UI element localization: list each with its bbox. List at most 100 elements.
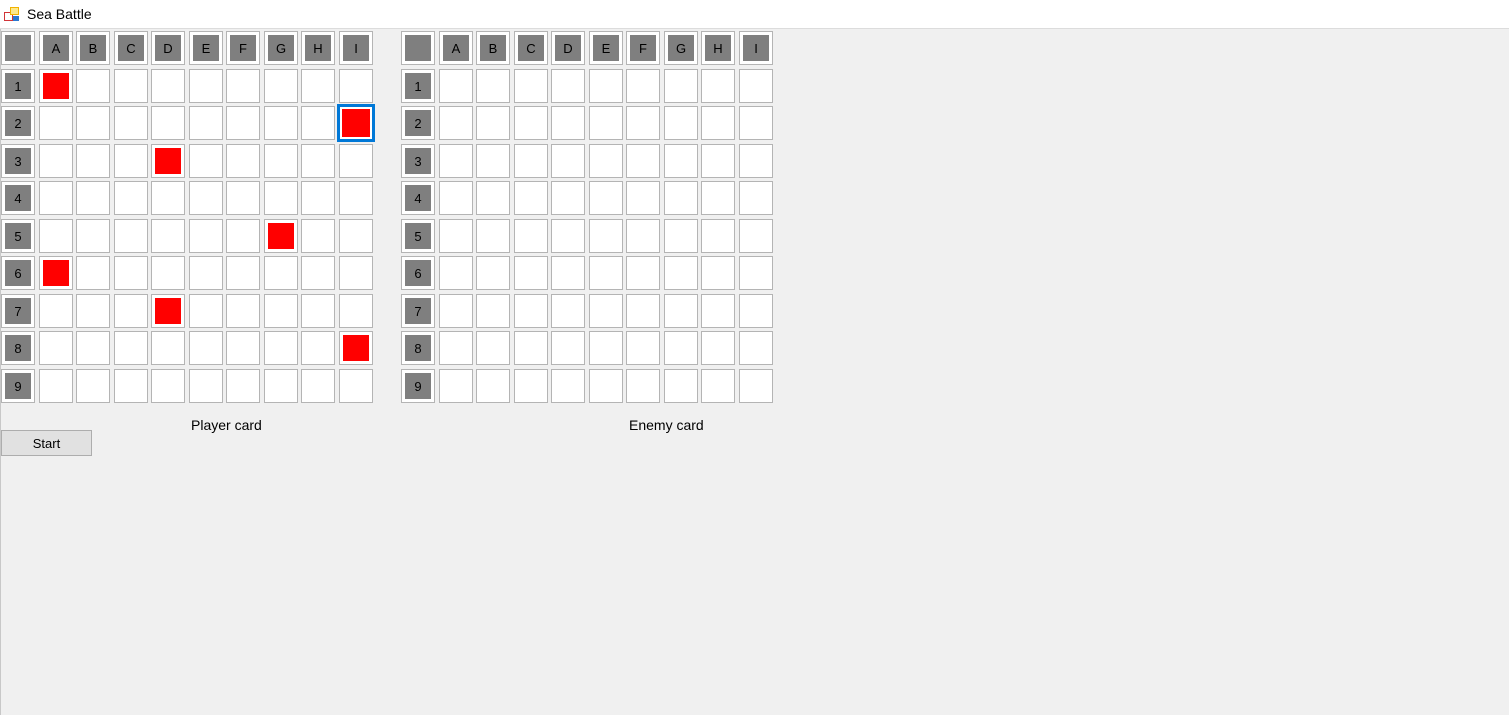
- enemy-cell[interactable]: [739, 219, 773, 253]
- player-cell[interactable]: [189, 256, 223, 290]
- enemy-cell[interactable]: [439, 256, 473, 290]
- enemy-cell[interactable]: [589, 256, 623, 290]
- enemy-cell[interactable]: [551, 144, 585, 178]
- enemy-cell[interactable]: [739, 144, 773, 178]
- enemy-cell[interactable]: [664, 181, 698, 215]
- player-cell[interactable]: [301, 219, 335, 253]
- enemy-cell[interactable]: [514, 144, 548, 178]
- player-cell[interactable]: [226, 256, 260, 290]
- enemy-cell[interactable]: [626, 181, 660, 215]
- enemy-cell[interactable]: [514, 331, 548, 365]
- enemy-cell[interactable]: [476, 219, 510, 253]
- enemy-cell[interactable]: [439, 181, 473, 215]
- player-cell[interactable]: [114, 181, 148, 215]
- enemy-cell[interactable]: [514, 181, 548, 215]
- enemy-cell[interactable]: [739, 256, 773, 290]
- enemy-cell[interactable]: [476, 294, 510, 328]
- player-cell[interactable]: [226, 331, 260, 365]
- player-cell[interactable]: [114, 294, 148, 328]
- player-cell[interactable]: [76, 219, 110, 253]
- enemy-cell[interactable]: [664, 331, 698, 365]
- player-cell[interactable]: [226, 219, 260, 253]
- player-cell[interactable]: [151, 219, 185, 253]
- player-cell[interactable]: [264, 256, 298, 290]
- enemy-cell[interactable]: [739, 69, 773, 103]
- enemy-cell[interactable]: [589, 181, 623, 215]
- enemy-cell[interactable]: [514, 69, 548, 103]
- player-cell[interactable]: [151, 331, 185, 365]
- enemy-cell[interactable]: [739, 294, 773, 328]
- player-cell[interactable]: [76, 256, 110, 290]
- enemy-cell[interactable]: [476, 106, 510, 140]
- player-cell[interactable]: [114, 331, 148, 365]
- enemy-cell[interactable]: [664, 69, 698, 103]
- enemy-cell[interactable]: [626, 106, 660, 140]
- enemy-cell[interactable]: [589, 144, 623, 178]
- enemy-cell[interactable]: [701, 369, 735, 403]
- player-cell[interactable]: [189, 69, 223, 103]
- player-cell[interactable]: [151, 181, 185, 215]
- player-cell[interactable]: [189, 369, 223, 403]
- enemy-cell[interactable]: [626, 294, 660, 328]
- enemy-cell[interactable]: [664, 219, 698, 253]
- enemy-cell[interactable]: [739, 106, 773, 140]
- enemy-cell[interactable]: [589, 69, 623, 103]
- enemy-cell[interactable]: [439, 369, 473, 403]
- enemy-cell[interactable]: [589, 106, 623, 140]
- player-cell[interactable]: [226, 294, 260, 328]
- enemy-cell[interactable]: [589, 331, 623, 365]
- player-cell[interactable]: [264, 181, 298, 215]
- player-cell[interactable]: [264, 294, 298, 328]
- player-cell[interactable]: [39, 331, 73, 365]
- enemy-cell[interactable]: [514, 369, 548, 403]
- player-cell[interactable]: [226, 181, 260, 215]
- player-cell[interactable]: [151, 256, 185, 290]
- enemy-cell[interactable]: [739, 331, 773, 365]
- player-cell-ship[interactable]: [39, 256, 73, 290]
- player-cell[interactable]: [189, 106, 223, 140]
- player-cell[interactable]: [39, 219, 73, 253]
- player-cell-ship[interactable]: [339, 106, 373, 140]
- player-cell[interactable]: [301, 294, 335, 328]
- player-cell[interactable]: [39, 294, 73, 328]
- player-cell[interactable]: [339, 256, 373, 290]
- player-cell[interactable]: [189, 294, 223, 328]
- player-cell[interactable]: [301, 106, 335, 140]
- enemy-cell[interactable]: [626, 256, 660, 290]
- enemy-cell[interactable]: [551, 331, 585, 365]
- player-cell[interactable]: [339, 369, 373, 403]
- player-cell[interactable]: [39, 144, 73, 178]
- player-cell[interactable]: [226, 106, 260, 140]
- enemy-cell[interactable]: [701, 219, 735, 253]
- player-cell[interactable]: [39, 181, 73, 215]
- player-cell[interactable]: [76, 106, 110, 140]
- player-cell[interactable]: [151, 369, 185, 403]
- player-cell[interactable]: [114, 69, 148, 103]
- player-cell[interactable]: [339, 294, 373, 328]
- player-cell[interactable]: [76, 69, 110, 103]
- enemy-cell[interactable]: [626, 331, 660, 365]
- player-cell[interactable]: [301, 256, 335, 290]
- enemy-cell[interactable]: [514, 294, 548, 328]
- player-cell[interactable]: [339, 219, 373, 253]
- player-cell[interactable]: [76, 331, 110, 365]
- enemy-cell[interactable]: [551, 294, 585, 328]
- player-cell[interactable]: [189, 331, 223, 365]
- enemy-cell[interactable]: [551, 219, 585, 253]
- player-cell[interactable]: [264, 69, 298, 103]
- enemy-cell[interactable]: [701, 69, 735, 103]
- player-cell[interactable]: [264, 144, 298, 178]
- player-cell[interactable]: [189, 219, 223, 253]
- player-cell[interactable]: [114, 106, 148, 140]
- enemy-cell[interactable]: [476, 369, 510, 403]
- enemy-cell[interactable]: [439, 331, 473, 365]
- player-cell[interactable]: [151, 106, 185, 140]
- player-cell[interactable]: [39, 106, 73, 140]
- player-cell-ship[interactable]: [151, 144, 185, 178]
- player-cell[interactable]: [76, 181, 110, 215]
- player-cell[interactable]: [226, 69, 260, 103]
- start-button[interactable]: Start: [1, 430, 92, 456]
- player-cell[interactable]: [339, 69, 373, 103]
- enemy-cell[interactable]: [701, 294, 735, 328]
- enemy-cell[interactable]: [439, 106, 473, 140]
